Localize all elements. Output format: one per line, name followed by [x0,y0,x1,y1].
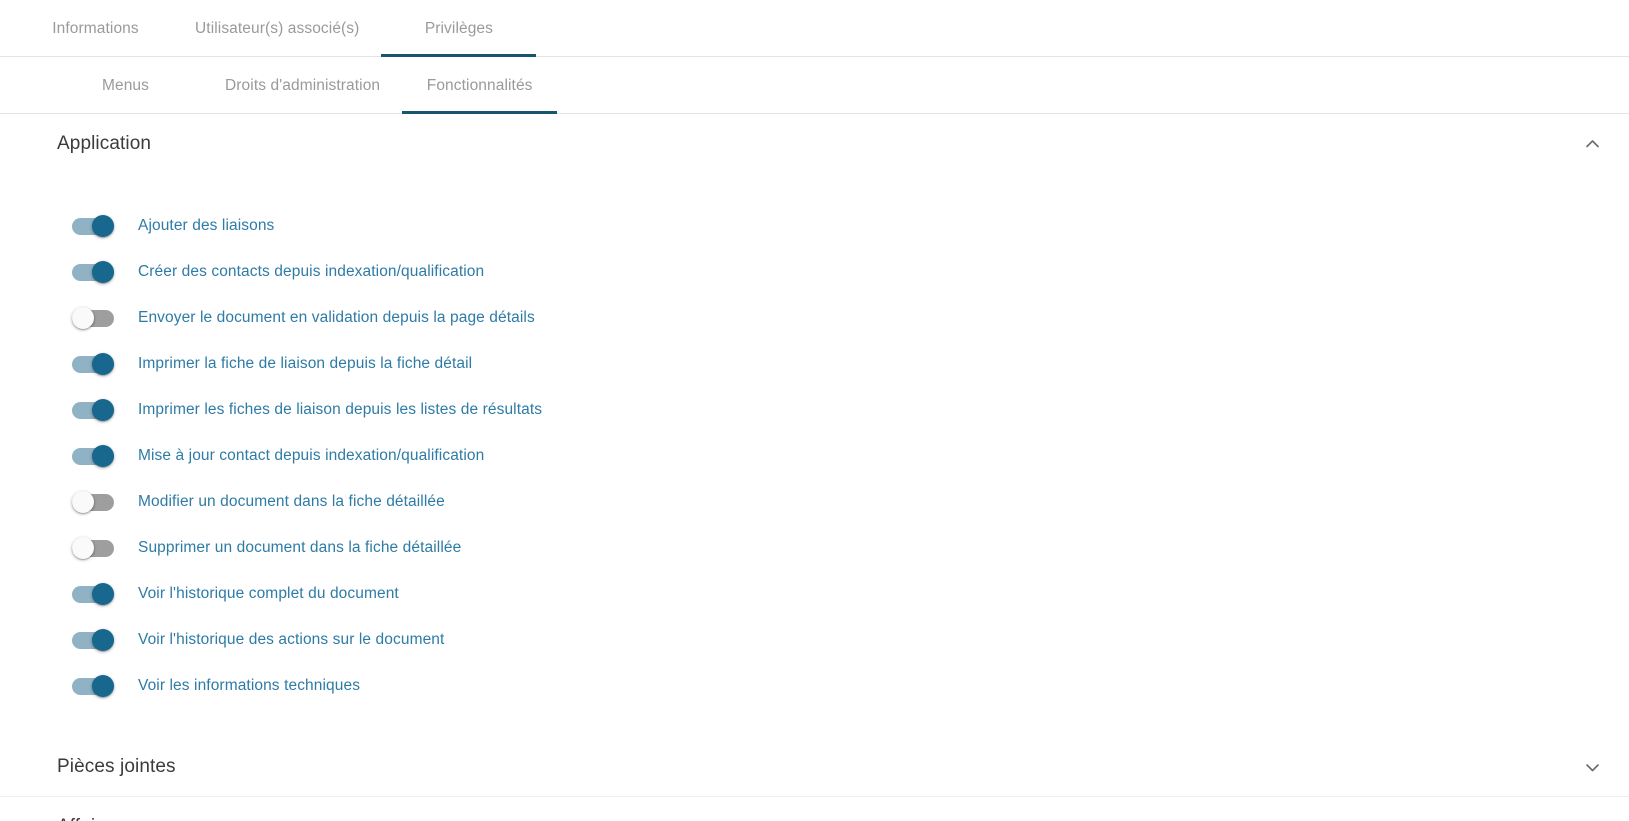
privilege-row: Voir les informations techniques [0,663,1629,709]
privilege-toggle[interactable] [72,445,114,467]
privilege-label: Modifier un document dans la fiche détai… [138,493,445,510]
privilege-toggle[interactable] [72,399,114,421]
tab-secondary-0[interactable]: Menus [48,57,203,114]
privilege-label: Créer des contacts depuis indexation/qua… [138,263,485,280]
privilege-toggle[interactable] [72,307,114,329]
toggle-knob [92,675,114,697]
privilege-label: Imprimer la fiche de liaison depuis la f… [138,355,473,372]
tab-secondary-1[interactable]: Droits d'administration [203,57,402,114]
privilege-label: Supprimer un document dans la fiche déta… [138,539,462,556]
chevron-up-icon[interactable] [1584,136,1601,153]
privilege-row: Ajouter des liaisons [0,203,1629,249]
section-header-0[interactable]: Application [0,114,1629,174]
privilege-label: Ajouter des liaisons [138,217,275,234]
privilege-row: Créer des contacts depuis indexation/qua… [0,249,1629,295]
tab-primary-2[interactable]: Privilèges [381,0,537,57]
privilege-row: Modifier un document dans la fiche détai… [0,479,1629,525]
toggle-knob [72,491,94,513]
toggle-knob [92,629,114,651]
privilege-label: Voir l'historique des actions sur le doc… [138,631,445,648]
privilege-toggle[interactable] [72,583,114,605]
section-title: Affaires [57,816,122,821]
privilege-row: Voir l'historique des actions sur le doc… [0,617,1629,663]
privilege-row: Imprimer les fiches de liaison depuis le… [0,387,1629,433]
tab-secondary-2[interactable]: Fonctionnalités [402,57,558,114]
privilege-label: Envoyer le document en validation depuis… [138,309,535,326]
privileges-page: Informations Utilisateur(s) associé(s) Pri… [0,0,1629,821]
section-title: Pièces jointes [57,756,176,777]
toggle-knob [92,399,114,421]
privilege-toggle[interactable] [72,215,114,237]
tab-primary-1[interactable]: Utilisateur(s) associé(s) [173,0,381,57]
toggle-knob [92,215,114,237]
privilege-row: Envoyer le document en validation depuis… [0,295,1629,341]
privileges-accordion: Application Ajouter des liaisons Créer des… [0,114,1629,821]
section-title: Application [57,133,152,154]
toggle-list-0: Ajouter des liaisons Créer des contacts d… [0,174,1629,737]
privilege-toggle[interactable] [72,675,114,697]
privilege-toggle[interactable] [72,629,114,651]
toggle-knob [72,307,94,329]
privilege-label: Voir les informations techniques [138,677,361,694]
toggle-knob [92,261,114,283]
privilege-row: Mise à jour contact depuis indexation/qu… [0,433,1629,479]
chevron-down-icon[interactable] [1584,759,1601,776]
toggle-knob [92,583,114,605]
privilege-row: Voir l'historique complet du document [0,571,1629,617]
secondary-tab-bar: Menus Droits d'administration Fonctionnali… [0,57,1629,114]
privilege-row: Imprimer la fiche de liaison depuis la f… [0,341,1629,387]
privilege-label: Imprimer les fiches de liaison depuis le… [138,401,543,418]
privilege-label: Voir l'historique complet du document [138,585,399,602]
privilege-toggle[interactable] [72,537,114,559]
privilege-toggle[interactable] [72,491,114,513]
section-header-1[interactable]: Pièces jointes [0,737,1629,797]
tab-primary-0[interactable]: Informations [18,0,173,57]
toggle-knob [92,353,114,375]
section-header-2[interactable]: Affaires [0,797,1629,821]
toggle-knob [72,537,94,559]
privilege-toggle[interactable] [72,261,114,283]
primary-tab-bar: Informations Utilisateur(s) associé(s) Pri… [0,0,1629,57]
privilege-toggle[interactable] [72,353,114,375]
privilege-label: Mise à jour contact depuis indexation/qu… [138,447,485,464]
privilege-row: Supprimer un document dans la fiche déta… [0,525,1629,571]
toggle-knob [92,445,114,467]
